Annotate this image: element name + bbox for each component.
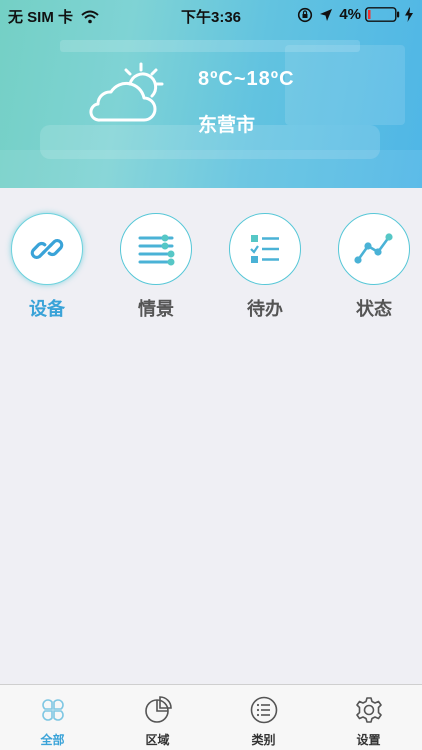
weather-banner [0, 0, 422, 188]
clover-icon [41, 699, 64, 721]
tab-area-label: 区域 [145, 733, 170, 747]
tab-settings-label: 设置 [356, 733, 381, 747]
tab-category[interactable]: 类别 [211, 685, 316, 750]
location-arrow-icon [320, 8, 333, 21]
menu-status[interactable]: 状态 [338, 213, 410, 321]
devices-label: 设备 [29, 299, 65, 320]
checklist-icon [250, 235, 279, 263]
temperature-range: 8ºC~18ºC [198, 68, 295, 90]
menu-todo[interactable]: 待办 [229, 213, 301, 321]
scenes-label: 情景 [138, 299, 174, 320]
sliders-icon [138, 234, 175, 266]
line-chart-icon [354, 233, 393, 264]
charging-bolt-icon [405, 7, 413, 22]
tab-all[interactable]: 全部 [0, 685, 105, 750]
battery-icon [365, 7, 400, 22]
link-icon [30, 239, 64, 259]
tab-bar: 全部 区域 类别 设置 [0, 684, 422, 750]
city-name: 东营市 [198, 114, 256, 136]
menu-devices[interactable]: 设备 [11, 213, 83, 321]
tab-settings[interactable]: 设置 [316, 685, 421, 750]
scenes-circle[interactable] [120, 213, 192, 285]
status-bar: 无 SIM 卡 下午3:36 4% [0, 0, 422, 28]
list-icon [250, 696, 277, 724]
cloud-sun-icon [89, 62, 164, 122]
todo-circle[interactable] [229, 213, 301, 285]
status-circle[interactable] [338, 213, 410, 285]
tab-area[interactable]: 区域 [105, 685, 210, 750]
menu-scenes[interactable]: 情景 [120, 213, 192, 321]
rotation-lock-icon [298, 7, 313, 22]
todo-label: 待办 [247, 299, 283, 320]
tab-all-label: 全部 [40, 733, 65, 747]
tab-category-label: 类别 [251, 733, 276, 747]
gear-icon [355, 697, 382, 723]
pie-chart-icon [144, 696, 172, 723]
devices-circle[interactable] [11, 213, 83, 285]
status-label: 状态 [356, 299, 392, 320]
battery-percent: 4% [339, 6, 361, 23]
